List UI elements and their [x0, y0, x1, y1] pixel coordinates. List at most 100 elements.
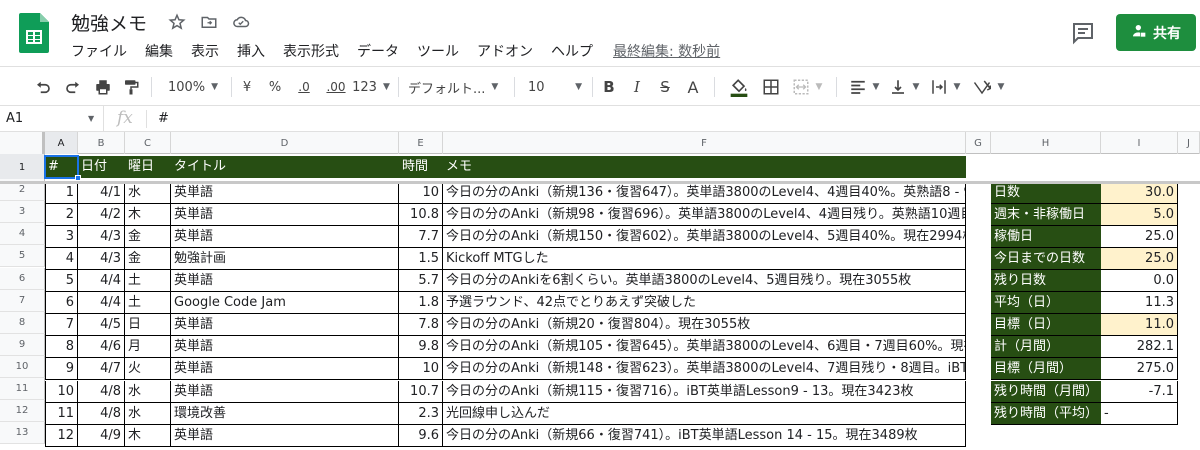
summary-value[interactable]: 0.0 — [1101, 270, 1178, 292]
vertical-align-icon[interactable]: ▼ — [886, 67, 922, 107]
menu-item[interactable]: ファイル — [71, 41, 127, 61]
summary-label[interactable]: 目標（日） — [991, 314, 1101, 337]
table-cell[interactable]: 4/5 — [78, 314, 125, 337]
menu-item[interactable]: ツール — [417, 41, 459, 61]
table-cell[interactable]: 4 — [45, 247, 78, 270]
summary-label[interactable]: 計（月間） — [991, 336, 1101, 359]
summary-label[interactable]: 目標（月間） — [991, 358, 1101, 381]
table-header-cell[interactable]: タイトル — [171, 156, 399, 178]
paint-format-icon[interactable] — [118, 67, 144, 107]
column-header[interactable]: E — [399, 132, 443, 154]
table-cell[interactable]: 今日の分のAnki（新規136・復習647）。英単語3800のLevel4、4週… — [443, 181, 966, 204]
column-header[interactable]: I — [1101, 132, 1178, 154]
redo-icon[interactable] — [60, 67, 86, 107]
summary-label[interactable]: 今日までの日数 — [991, 247, 1101, 270]
column-header[interactable]: A — [45, 132, 78, 154]
summary-value[interactable]: 11.0 — [1101, 314, 1178, 337]
summary-label[interactable]: 残り時間（平均） — [991, 402, 1101, 425]
summary-value[interactable]: 11.3 — [1101, 292, 1178, 315]
table-cell[interactable]: 5 — [45, 270, 78, 292]
summary-label[interactable]: 残り日数 — [991, 270, 1101, 292]
horizontal-align-icon[interactable]: ▼ — [846, 67, 882, 107]
bold-button[interactable]: B — [598, 67, 620, 107]
undo-icon[interactable] — [30, 67, 56, 107]
summary-value[interactable]: 275.0 — [1101, 358, 1178, 381]
more-formats-select[interactable]: 123 ▼ — [352, 67, 390, 107]
column-header[interactable]: H — [991, 132, 1101, 154]
table-cell[interactable]: 英単語 — [171, 181, 399, 204]
menu-item[interactable]: 編集 — [145, 41, 173, 61]
row-header[interactable]: 1 — [0, 154, 45, 181]
table-cell[interactable]: 4/9 — [78, 424, 125, 447]
table-cell[interactable]: 10 — [399, 181, 443, 204]
table-cell[interactable]: 4/4 — [78, 270, 125, 292]
font-size-select[interactable]: 10 ▼ — [524, 67, 582, 107]
row-header[interactable]: 6 — [0, 267, 45, 290]
last-edit-link[interactable]: 最終編集: 数秒前 — [613, 41, 720, 61]
menu-item[interactable]: 表示形式 — [283, 41, 339, 61]
table-cell[interactable]: 9.6 — [399, 424, 443, 447]
strikethrough-button[interactable]: S — [654, 67, 676, 107]
summary-value[interactable]: 282.1 — [1101, 336, 1178, 359]
font-family-select[interactable]: デフォルト... ▼ — [408, 67, 504, 107]
table-cell[interactable]: 今日の分のAnki（新規98・復習696）。英単語3800のLevel4、4週目… — [443, 203, 966, 226]
share-button[interactable]: 共有 — [1116, 14, 1196, 51]
summary-label[interactable]: 日数 — [991, 181, 1101, 204]
menu-item[interactable]: データ — [357, 41, 399, 61]
column-header[interactable]: F — [443, 132, 966, 154]
table-cell[interactable]: 今日の分のAnki（新規150・復習602）。英単語3800のLevel4、5週… — [443, 225, 966, 248]
star-icon[interactable] — [166, 11, 188, 33]
row-header[interactable]: 11 — [0, 378, 45, 400]
table-cell[interactable]: 英単語 — [171, 225, 399, 248]
table-cell[interactable]: 英単語 — [171, 358, 399, 381]
comment-history-icon[interactable] — [1071, 21, 1095, 45]
table-cell[interactable]: 木 — [125, 424, 171, 447]
table-cell[interactable]: 7 — [45, 314, 78, 337]
table-cell[interactable]: 英単語 — [171, 336, 399, 359]
zoom-select[interactable]: 100% ▼ — [160, 67, 226, 107]
fill-color-icon[interactable] — [726, 67, 752, 107]
summary-value[interactable]: 30.0 — [1101, 181, 1178, 204]
table-cell[interactable]: 水 — [125, 380, 171, 403]
fill-handle[interactable] — [75, 175, 81, 181]
table-cell[interactable]: 木 — [125, 203, 171, 226]
table-cell[interactable]: 今日の分のAnkiを6割くらい。英単語3800のLevel4、5週目残り。現在3… — [443, 270, 966, 292]
menu-item[interactable]: アドオン — [477, 41, 533, 61]
table-cell[interactable]: 7.8 — [399, 314, 443, 337]
table-cell[interactable]: 10 — [399, 358, 443, 381]
table-cell[interactable]: 英単語 — [171, 314, 399, 337]
table-header-cell[interactable]: 日付 — [78, 156, 125, 178]
table-cell[interactable]: 4/3 — [78, 225, 125, 248]
spreadsheet-grid[interactable]: ABCDEFGHIJ 1 2 3 4 5 6 7 8 9 10 11 12 13 # 日付 曜日 タイトル 時間メ… — [0, 132, 1200, 450]
column-header[interactable]: B — [78, 132, 125, 154]
table-cell[interactable]: 4/1 — [78, 181, 125, 204]
table-cell[interactable]: 4/8 — [78, 402, 125, 425]
summary-value[interactable]: 5.0 — [1101, 203, 1178, 226]
table-cell[interactable]: 今日の分のAnki（新規105・復習645）。英単語3800のLevel4、6週… — [443, 336, 966, 359]
table-cell[interactable]: 月 — [125, 336, 171, 359]
table-cell[interactable]: Kickoff MTGした — [443, 247, 966, 270]
summary-label[interactable]: 稼働日 — [991, 225, 1101, 248]
table-cell[interactable]: 4/3 — [78, 247, 125, 270]
move-folder-icon[interactable] — [198, 11, 220, 33]
menu-item[interactable]: ヘルプ — [551, 41, 593, 61]
table-header-cell[interactable]: 時間 — [399, 156, 443, 178]
print-icon[interactable] — [90, 67, 116, 107]
table-cell[interactable]: 金 — [125, 247, 171, 270]
column-header[interactable]: D — [171, 132, 399, 154]
cloud-status-icon[interactable] — [230, 11, 252, 33]
column-header[interactable]: J — [1178, 132, 1200, 154]
table-cell[interactable]: 今日の分のAnki（新規66・復習741）。iBT英単語Lesson 14 - … — [443, 424, 966, 447]
table-cell[interactable]: 英単語 — [171, 424, 399, 447]
table-cell[interactable]: 英単語 — [171, 380, 399, 403]
decimal-decrease-button[interactable]: .0 — [292, 67, 316, 107]
table-cell[interactable]: 4/4 — [78, 292, 125, 315]
table-cell[interactable]: 今日の分のAnki（新規148・復習623）。英単語3800のLevel4、7週… — [443, 358, 966, 381]
table-cell[interactable]: 10.8 — [399, 203, 443, 226]
table-cell[interactable]: 9 — [45, 358, 78, 381]
table-cell[interactable]: 勉強計画 — [171, 247, 399, 270]
text-color-button[interactable]: A — [682, 67, 704, 107]
table-cell[interactable]: 4/2 — [78, 203, 125, 226]
document-title[interactable]: 勉強メモ — [71, 9, 147, 36]
table-cell[interactable]: 水 — [125, 181, 171, 204]
